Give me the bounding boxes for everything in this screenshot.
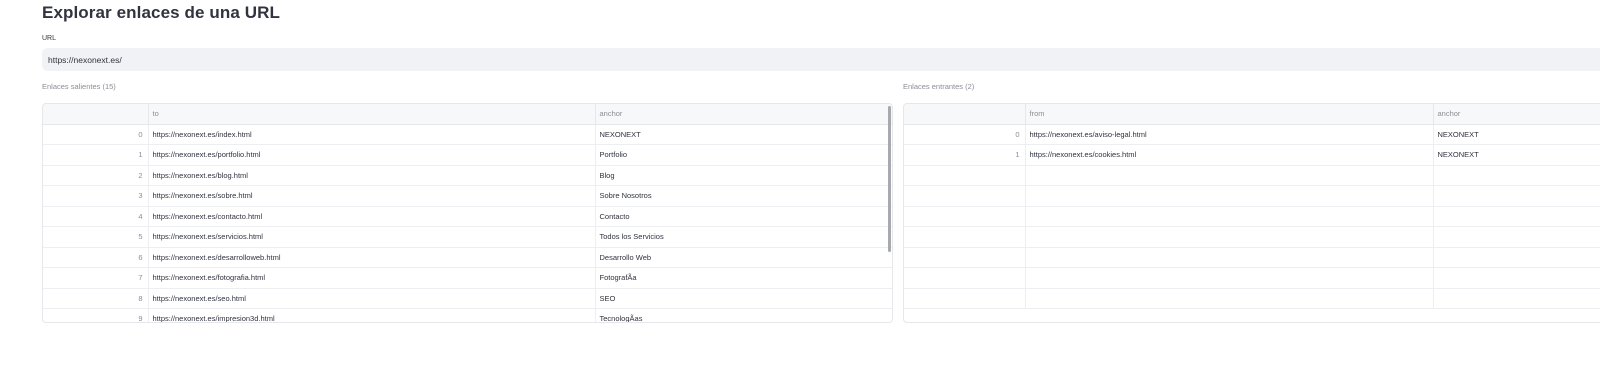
- row-index-cell[interactable]: 0: [904, 124, 1026, 145]
- anchor-cell[interactable]: Desarrollo Web: [595, 247, 892, 268]
- to-url-cell[interactable]: https://nexonext.es/seo.html: [148, 288, 596, 309]
- table-row[interactable]: 6 https://nexonext.es/desarrolloweb.html D…: [43, 247, 892, 268]
- table-row[interactable]: 0 https://nexonext.es/aviso-legal.html NEX…: [904, 124, 1600, 145]
- column-header-anchor[interactable]: anchor: [595, 104, 892, 125]
- empty-cell[interactable]: [1025, 267, 1434, 289]
- row-index-cell[interactable]: 9: [43, 308, 149, 322]
- outgoing-links-table[interactable]: to anchor 0 https://nexonext.es/index.htm…: [42, 103, 893, 323]
- to-url-cell[interactable]: https://nexonext.es/contacto.html: [148, 206, 596, 227]
- empty-cell[interactable]: [904, 185, 1026, 207]
- to-url-cell[interactable]: https://nexonext.es/servicios.html: [148, 226, 596, 248]
- empty-table-row: [904, 165, 1600, 186]
- outgoing-table-header: to anchor: [43, 104, 892, 125]
- row-index-cell[interactable]: 7: [43, 267, 149, 289]
- empty-cell[interactable]: [1025, 185, 1434, 207]
- incoming-links-table[interactable]: from anchor 0 https://nexonext.es/aviso-l…: [903, 103, 1600, 323]
- empty-cell[interactable]: [1433, 288, 1600, 309]
- url-input[interactable]: [42, 48, 1600, 71]
- empty-cell[interactable]: [904, 206, 1026, 227]
- empty-cell[interactable]: [1025, 247, 1434, 268]
- empty-cell[interactable]: [1025, 226, 1434, 248]
- table-row[interactable]: 7 https://nexonext.es/fotografia.html Foto…: [43, 267, 892, 289]
- empty-cell[interactable]: [1433, 226, 1600, 248]
- anchor-cell[interactable]: NEXONEXT: [595, 124, 892, 145]
- empty-table-row: [904, 247, 1600, 268]
- to-url-cell[interactable]: https://nexonext.es/impresion3d.html: [148, 308, 596, 322]
- row-index-cell[interactable]: 8: [43, 288, 149, 309]
- to-url-cell[interactable]: https://nexonext.es/portfolio.html: [148, 144, 596, 166]
- row-index-cell[interactable]: 6: [43, 247, 149, 268]
- empty-table-row: [904, 206, 1600, 227]
- anchor-cell[interactable]: NEXONEXT: [1433, 124, 1600, 145]
- to-url-cell[interactable]: https://nexonext.es/fotografia.html: [148, 267, 596, 289]
- table-row[interactable]: 9 https://nexonext.es/impresion3d.html Tec…: [43, 308, 892, 322]
- row-index-cell[interactable]: 3: [43, 185, 149, 207]
- table-row[interactable]: 1 https://nexonext.es/cookies.html NEXONEX…: [904, 144, 1600, 166]
- page-title: Explorar enlaces de una URL: [42, 3, 280, 22]
- to-url-cell[interactable]: https://nexonext.es/desarrolloweb.html: [148, 247, 596, 268]
- empty-cell[interactable]: [1433, 165, 1600, 186]
- anchor-cell[interactable]: TecnologÃas: [595, 308, 892, 322]
- empty-cell[interactable]: [904, 165, 1026, 186]
- vertical-scrollbar[interactable]: [888, 106, 891, 252]
- row-index-cell[interactable]: 2: [43, 165, 149, 186]
- column-header-to[interactable]: to: [148, 104, 596, 125]
- to-url-cell[interactable]: https://nexonext.es/blog.html: [148, 165, 596, 186]
- empty-table-row: [904, 226, 1600, 248]
- incoming-table-header: from anchor: [904, 104, 1600, 125]
- from-url-cell[interactable]: https://nexonext.es/aviso-legal.html: [1025, 124, 1434, 145]
- anchor-cell[interactable]: Todos los Servicios: [595, 226, 892, 248]
- table-row[interactable]: 2 https://nexonext.es/blog.html Blog: [43, 165, 892, 186]
- empty-cell[interactable]: [1433, 206, 1600, 227]
- empty-cell[interactable]: [1433, 267, 1600, 289]
- empty-cell[interactable]: [1433, 185, 1600, 207]
- empty-cell[interactable]: [904, 288, 1026, 309]
- row-index-cell[interactable]: 1: [43, 144, 149, 166]
- to-url-cell[interactable]: https://nexonext.es/sobre.html: [148, 185, 596, 207]
- table-row[interactable]: 4 https://nexonext.es/contacto.html Contac…: [43, 206, 892, 227]
- column-header-from[interactable]: from: [1025, 104, 1434, 125]
- table-row[interactable]: 3 https://nexonext.es/sobre.html Sobre Nos…: [43, 185, 892, 207]
- empty-table-row: [904, 267, 1600, 289]
- table-row[interactable]: 8 https://nexonext.es/seo.html SEO: [43, 288, 892, 309]
- anchor-cell[interactable]: FotografÃa: [595, 267, 892, 289]
- empty-table-row: [904, 185, 1600, 207]
- row-index-cell[interactable]: 1: [904, 144, 1026, 166]
- empty-cell[interactable]: [1025, 206, 1434, 227]
- anchor-cell[interactable]: NEXONEXT: [1433, 144, 1600, 166]
- empty-cell[interactable]: [904, 247, 1026, 268]
- row-index-cell[interactable]: 0: [43, 124, 149, 145]
- anchor-cell[interactable]: Contacto: [595, 206, 892, 227]
- table-row[interactable]: 5 https://nexonext.es/servicios.html Todos…: [43, 226, 892, 248]
- anchor-cell[interactable]: Portfolio: [595, 144, 892, 166]
- anchor-cell[interactable]: Blog: [595, 165, 892, 186]
- anchor-cell[interactable]: SEO: [595, 288, 892, 309]
- empty-cell[interactable]: [904, 226, 1026, 248]
- column-header-index[interactable]: [43, 104, 149, 125]
- row-index-cell[interactable]: 4: [43, 206, 149, 227]
- empty-cell[interactable]: [1433, 247, 1600, 268]
- outgoing-links-caption: Enlaces salientes (15): [42, 82, 116, 91]
- url-field-label: URL: [42, 35, 57, 42]
- anchor-cell[interactable]: Sobre Nosotros: [595, 185, 892, 207]
- to-url-cell[interactable]: https://nexonext.es/index.html: [148, 124, 596, 145]
- empty-cell[interactable]: [1025, 165, 1434, 186]
- empty-cell[interactable]: [1025, 288, 1434, 309]
- table-row[interactable]: 0 https://nexonext.es/index.html NEXONEXT: [43, 124, 892, 145]
- column-header-index[interactable]: [904, 104, 1026, 125]
- empty-cell[interactable]: [904, 267, 1026, 289]
- column-header-anchor[interactable]: anchor: [1433, 104, 1600, 125]
- table-row[interactable]: 1 https://nexonext.es/portfolio.html Portf…: [43, 144, 892, 166]
- incoming-links-caption: Enlaces entrantes (2): [903, 82, 975, 91]
- row-index-cell[interactable]: 5: [43, 226, 149, 248]
- empty-table-row: [904, 288, 1600, 309]
- from-url-cell[interactable]: https://nexonext.es/cookies.html: [1025, 144, 1434, 166]
